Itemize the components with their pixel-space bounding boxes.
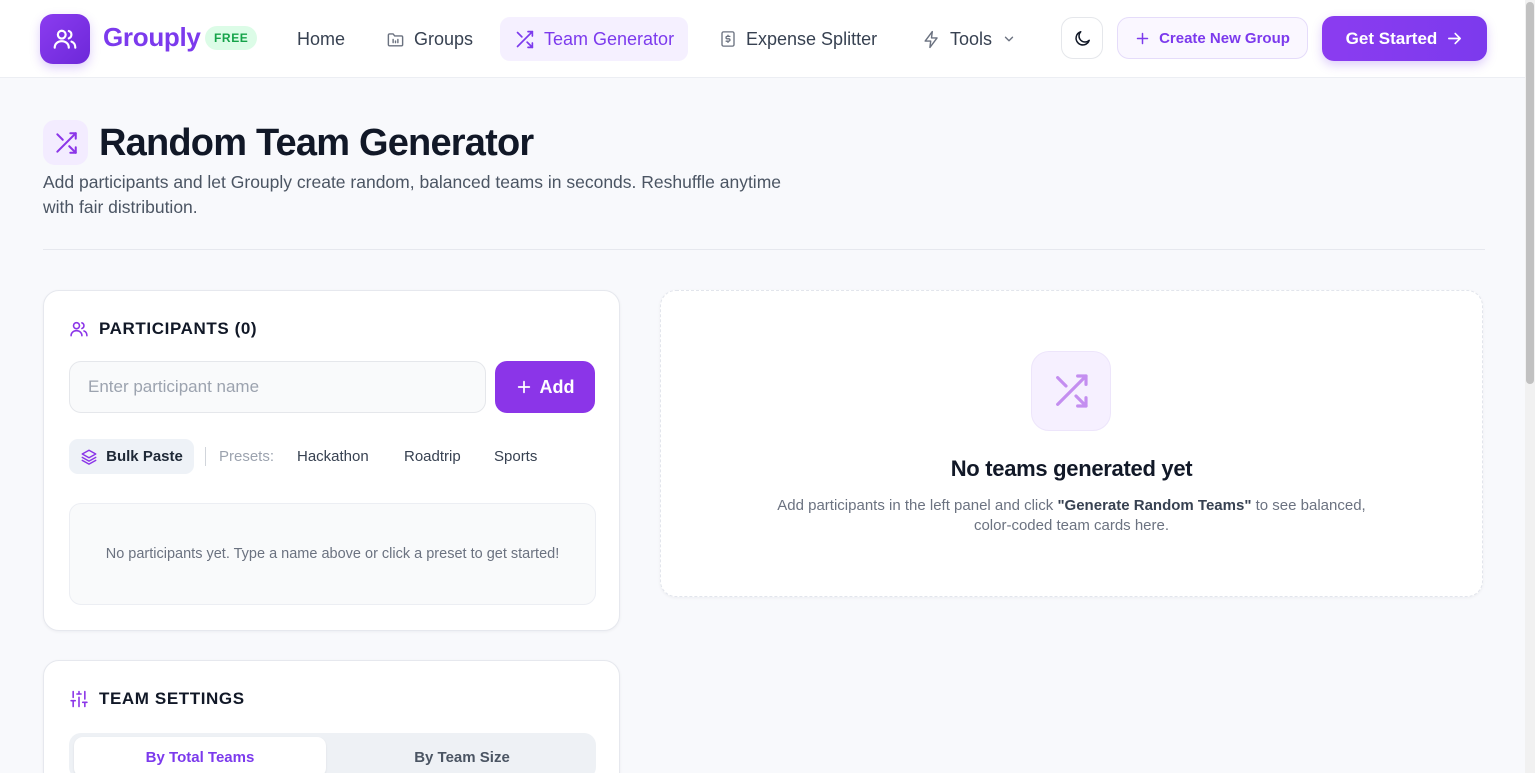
- shuffle-icon: [1056, 374, 1088, 408]
- participants-card: PARTICIPANTS (0) Add Bulk Paste Presets:…: [43, 290, 620, 631]
- mode-by-team-size[interactable]: By Team Size: [333, 737, 591, 773]
- sliders-icon: [70, 690, 88, 708]
- bulk-paste-label: Bulk Paste: [106, 448, 183, 465]
- results-panel: No teams generated yet Add participants …: [660, 290, 1483, 597]
- results-desc-before: Add participants in the left panel and c…: [777, 497, 1058, 514]
- participant-name-input[interactable]: [69, 361, 486, 413]
- team-settings-card: TEAM SETTINGS By Total Teams By Team Siz…: [43, 660, 620, 773]
- preset-sports[interactable]: Sports: [494, 448, 537, 465]
- free-badge: FREE: [205, 26, 258, 50]
- chevron-down-icon: [1004, 36, 1014, 42]
- nav-tools-dropdown[interactable]: Tools: [922, 17, 1016, 61]
- moon-icon: [1074, 30, 1090, 46]
- get-started-label: Get Started: [1345, 28, 1438, 48]
- add-participant-label: Add: [539, 376, 575, 397]
- participants-header: PARTICIPANTS (0): [69, 319, 257, 339]
- mode-by-total-teams[interactable]: By Total Teams: [74, 737, 326, 773]
- team-mode-toggle: By Total Teams By Team Size: [69, 733, 596, 773]
- nav-groups[interactable]: Groups: [386, 17, 473, 61]
- folder-icon: [387, 32, 404, 47]
- nav-expense-splitter[interactable]: Expense Splitter: [719, 17, 877, 61]
- logo-users-icon[interactable]: [40, 14, 90, 64]
- nav-groups-label: Groups: [414, 28, 474, 49]
- preset-roadtrip[interactable]: Roadtrip: [404, 448, 461, 465]
- results-empty-description: Add participants in the left panel and c…: [771, 496, 1372, 536]
- receipt-icon: [721, 31, 735, 47]
- results-placeholder-icon: [1031, 351, 1111, 431]
- results-desc-strong: "Generate Random Teams": [1057, 497, 1252, 514]
- participants-empty-state: No participants yet. Type a name above o…: [69, 503, 596, 605]
- nav-home[interactable]: Home: [297, 17, 345, 61]
- presets-separator: [205, 447, 206, 466]
- users-icon: [70, 321, 88, 337]
- plus-icon: [517, 380, 530, 394]
- hero-divider: [43, 249, 1485, 250]
- layers-icon: [81, 449, 97, 465]
- nav-expense-splitter-label: Expense Splitter: [746, 28, 878, 49]
- theme-toggle-button[interactable]: [1061, 17, 1103, 59]
- presets-label: Presets:: [219, 448, 275, 465]
- nav-tools-label: Tools: [950, 28, 993, 49]
- team-settings-header: TEAM SETTINGS: [69, 689, 245, 709]
- brand-name[interactable]: Grouply: [103, 22, 201, 53]
- create-new-group-label: Create New Group: [1159, 29, 1290, 47]
- top-navbar: Grouply FREE Home Groups Team Generator …: [0, 0, 1535, 78]
- shuffle-icon: [55, 131, 77, 154]
- participants-empty-text: No participants yet. Type a name above o…: [105, 546, 560, 562]
- participants-title: PARTICIPANTS (0): [99, 319, 258, 338]
- add-participant-button[interactable]: Add: [495, 361, 595, 413]
- page-scrollbar-thumb[interactable]: [1526, 2, 1534, 384]
- hero-shuffle-icon: [43, 120, 88, 165]
- nav-team-generator[interactable]: Team Generator: [500, 17, 689, 61]
- nav-team-generator-label: Team Generator: [544, 28, 675, 49]
- nav-home-label: Home: [297, 28, 346, 49]
- arrow-right-icon: [1448, 32, 1462, 45]
- lightning-icon: [924, 30, 938, 48]
- create-new-group-button[interactable]: Create New Group: [1117, 17, 1308, 59]
- preset-hackathon[interactable]: Hackathon: [297, 448, 369, 465]
- page-description: Add participants and let Grouply create …: [43, 172, 782, 217]
- plus-icon: [1136, 32, 1149, 44]
- get-started-button[interactable]: Get Started: [1322, 16, 1487, 61]
- results-empty-title: No teams generated yet: [950, 456, 1193, 481]
- team-settings-title: TEAM SETTINGS: [99, 689, 245, 708]
- bulk-paste-button[interactable]: Bulk Paste: [69, 439, 194, 474]
- shuffle-icon: [516, 30, 534, 48]
- page-title: Random Team Generator: [99, 122, 534, 164]
